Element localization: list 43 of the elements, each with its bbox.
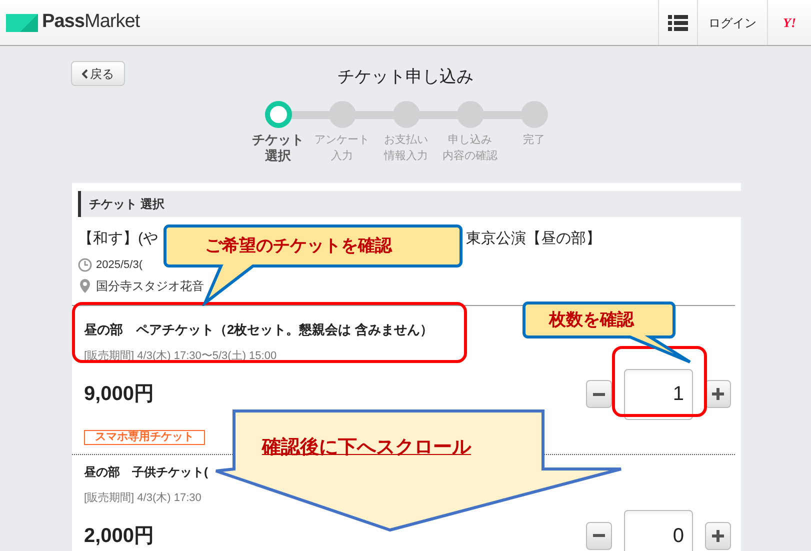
- step-label: 内容の確認: [442, 148, 498, 164]
- minus-icon: [593, 534, 605, 537]
- event-date: 2025/5/3(: [96, 258, 142, 272]
- step-label: 申し込み: [448, 133, 492, 148]
- event-venue: 国分寺スタジオ花音: [96, 278, 204, 295]
- ticket-name: 昼の部 ペアチケット（2枚セット。懇親会は 含みません）: [84, 322, 433, 337]
- sale-period: [販売期間] 4/3(木) 17:30: [84, 490, 202, 506]
- step-label: アンケート: [314, 133, 370, 148]
- ticket-price: 2,000円: [84, 524, 154, 548]
- logo-text: PassMarket: [42, 10, 140, 34]
- list-icon: [668, 14, 688, 30]
- clock-icon: [78, 258, 92, 272]
- logo-icon: [6, 14, 38, 32]
- page-title: チケット申し込み: [338, 67, 474, 86]
- yahoo-link[interactable]: Y!: [767, 0, 811, 45]
- step-label: チケット: [252, 132, 304, 148]
- ticket-name: 昼の部 子供チケット(: [84, 464, 208, 478]
- callout-text: 枚数を確認: [549, 309, 634, 331]
- step-label: お支払い: [384, 133, 428, 148]
- event-title: 【和す】(や: [78, 230, 158, 247]
- plus-button[interactable]: [705, 522, 731, 550]
- plus-icon: [712, 388, 724, 400]
- minus-button[interactable]: [586, 522, 612, 550]
- chevron-left-icon: [82, 68, 88, 78]
- section-header: チケット 選択: [78, 191, 741, 217]
- back-button[interactable]: 戻る: [71, 61, 125, 86]
- step-label: 入力: [331, 149, 353, 164]
- arrow-text: 確認後に下へスクロール: [262, 436, 471, 460]
- login-link[interactable]: ログイン: [697, 0, 767, 45]
- minus-icon: [593, 392, 605, 396]
- ticket-tag: スマホ専用チケット: [84, 430, 205, 444]
- ticket-price: 9,000円: [84, 382, 154, 407]
- step-label: 情報入力: [384, 149, 428, 164]
- quantity-field[interactable]: 0: [624, 510, 693, 551]
- plus-icon: [712, 530, 724, 542]
- quantity-field[interactable]: 1: [624, 368, 693, 420]
- step-label: 選択: [265, 148, 291, 164]
- map-pin-icon: [78, 278, 92, 294]
- minus-button[interactable]: [586, 380, 612, 408]
- step-label: 完了: [523, 132, 545, 148]
- plus-button[interactable]: [705, 380, 731, 408]
- callout-text: ご希望のチケットを確認: [205, 235, 392, 257]
- event-title: 東京公演【昼の部】: [466, 229, 601, 249]
